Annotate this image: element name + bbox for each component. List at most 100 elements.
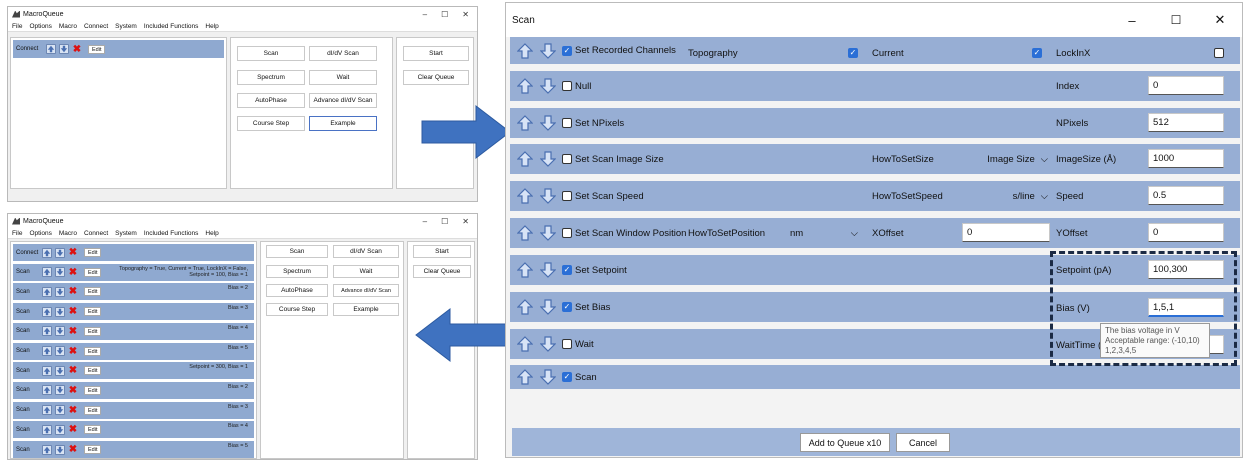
move-down-icon[interactable]	[55, 306, 65, 317]
move-down-icon[interactable]	[539, 42, 556, 59]
queue-row[interactable]: Scan ✖ Edit Bias = 2	[13, 381, 254, 399]
move-down-icon[interactable]	[55, 365, 65, 376]
scan-function-button[interactable]: Scan	[237, 46, 305, 61]
delete-icon[interactable]: ✖	[72, 44, 82, 55]
menu-options[interactable]: Options	[29, 23, 51, 30]
minimize-icon[interactable]: –	[423, 10, 427, 19]
example-function-button[interactable]: Example	[309, 116, 377, 131]
move-up-icon[interactable]	[42, 286, 52, 297]
move-up-icon[interactable]	[516, 42, 533, 59]
maximize-icon[interactable]: ☐	[441, 217, 448, 226]
edit-button[interactable]: Edit	[84, 425, 102, 435]
move-down-icon[interactable]	[55, 405, 65, 416]
move-up-icon[interactable]	[516, 151, 533, 168]
lockinx-checkbox[interactable]	[1214, 48, 1224, 58]
move-up-icon[interactable]	[42, 326, 52, 337]
scan-function-button[interactable]: Scan	[266, 245, 328, 258]
maximize-icon[interactable]: ☐	[441, 10, 448, 19]
add-to-queue-button[interactable]: Add to Queue x10	[800, 433, 890, 452]
move-up-icon[interactable]	[42, 424, 52, 435]
queue-row[interactable]: Scan ✖ Edit Bias = 4	[13, 322, 254, 340]
enable-checkbox[interactable]: ✓	[562, 372, 572, 382]
queue-row[interactable]: Scan ✖ Edit Bias = 3	[13, 401, 254, 419]
queue-row[interactable]: Scan ✖ Edit Setpoint = 300, Bias = 1	[13, 362, 254, 380]
how-to-set-size-select[interactable]: Image Size ⌵	[960, 150, 1048, 168]
how-to-set-speed-select[interactable]: s/line ⌵	[960, 187, 1048, 205]
queue-row[interactable]: Scan ✖ Edit Bias = 3	[13, 303, 254, 321]
menu-macro[interactable]: Macro	[59, 23, 77, 30]
enable-checkbox[interactable]: ✓	[562, 265, 572, 275]
move-down-icon[interactable]	[539, 188, 556, 205]
move-down-icon[interactable]	[539, 369, 556, 386]
index-input[interactable]: 0	[1148, 76, 1224, 95]
move-up-icon[interactable]	[516, 262, 533, 279]
advance-didv-scan-function-button[interactable]: Advance dI/dV Scan	[333, 284, 399, 297]
menu-macro[interactable]: Macro	[59, 230, 77, 237]
speed-input[interactable]: 0.5	[1148, 186, 1224, 205]
menu-system[interactable]: System	[115, 230, 137, 237]
delete-icon[interactable]: ✖	[68, 267, 78, 278]
enable-checkbox[interactable]	[562, 191, 572, 201]
queue-row-connect[interactable]: Connect ✖ Edit	[13, 40, 224, 58]
delete-icon[interactable]: ✖	[68, 346, 78, 357]
delete-icon[interactable]: ✖	[68, 365, 78, 376]
didv-scan-function-button[interactable]: dI/dV Scan	[309, 46, 377, 61]
start-button[interactable]: Start	[413, 245, 471, 258]
move-down-icon[interactable]	[539, 78, 556, 95]
move-down-icon[interactable]	[55, 385, 65, 396]
move-down-icon[interactable]	[59, 44, 69, 54]
edit-button[interactable]: Edit	[84, 307, 102, 317]
move-up-icon[interactable]	[42, 444, 52, 455]
move-up-icon[interactable]	[42, 365, 52, 376]
menu-connect[interactable]: Connect	[84, 23, 108, 30]
edit-button[interactable]: Edit	[84, 405, 102, 415]
queue-row[interactable]: Scan ✖ Edit Bias = 5	[13, 441, 254, 458]
edit-button[interactable]: Edit	[84, 385, 102, 395]
move-up-icon[interactable]	[516, 299, 533, 316]
move-down-icon[interactable]	[539, 151, 556, 168]
edit-button[interactable]: Edit	[84, 248, 102, 257]
enable-checkbox[interactable]	[562, 228, 572, 238]
advance-didv-scan-function-button[interactable]: Advance dI/dV Scan	[309, 93, 377, 108]
minimize-icon[interactable]: –	[423, 217, 427, 226]
menu-system[interactable]: System	[115, 23, 137, 30]
enable-checkbox[interactable]	[562, 81, 572, 91]
close-icon[interactable]: ✕	[462, 217, 469, 226]
edit-button[interactable]: Edit	[84, 267, 102, 277]
move-down-icon[interactable]	[539, 262, 556, 279]
edit-button[interactable]: Edit	[84, 326, 102, 336]
clear-queue-button[interactable]: Clear Queue	[403, 70, 469, 85]
move-up-icon[interactable]	[42, 247, 52, 258]
move-up-icon[interactable]	[516, 188, 533, 205]
move-up-icon[interactable]	[42, 385, 52, 396]
move-up-icon[interactable]	[516, 369, 533, 386]
edit-button[interactable]: Edit	[84, 346, 102, 356]
clear-queue-button[interactable]: Clear Queue	[413, 265, 471, 278]
move-up-icon[interactable]	[46, 44, 56, 54]
menu-help[interactable]: Help	[205, 23, 218, 30]
didv-scan-function-button[interactable]: dI/dV Scan	[333, 245, 399, 258]
delete-icon[interactable]: ✖	[68, 306, 78, 317]
delete-icon[interactable]: ✖	[68, 286, 78, 297]
topography-checkbox[interactable]: ✓	[848, 48, 858, 58]
enable-checkbox[interactable]	[562, 154, 572, 164]
enable-checkbox[interactable]	[562, 118, 572, 128]
npixels-input[interactable]: 512	[1148, 113, 1224, 132]
move-down-icon[interactable]	[539, 115, 556, 132]
yoffset-input[interactable]: 0	[1148, 223, 1224, 242]
queue-row[interactable]: Scan ✖ Edit Bias = 4	[13, 421, 254, 439]
edit-button[interactable]: Edit	[84, 445, 102, 454]
close-icon[interactable]: ✕	[1198, 12, 1242, 28]
move-down-icon[interactable]	[55, 267, 65, 278]
start-button[interactable]: Start	[403, 46, 469, 61]
delete-icon[interactable]: ✖	[68, 385, 78, 396]
move-down-icon[interactable]	[55, 247, 65, 258]
imagesize-input[interactable]: 1000	[1148, 149, 1224, 168]
how-to-set-position-select[interactable]: nm ⌵	[790, 224, 858, 242]
edit-button[interactable]: Edit	[84, 366, 102, 376]
enable-checkbox[interactable]	[562, 339, 572, 349]
wait-function-button[interactable]: Wait	[333, 265, 399, 278]
move-down-icon[interactable]	[55, 286, 65, 297]
menu-file[interactable]: File	[12, 230, 22, 237]
delete-icon[interactable]: ✖	[68, 247, 78, 258]
